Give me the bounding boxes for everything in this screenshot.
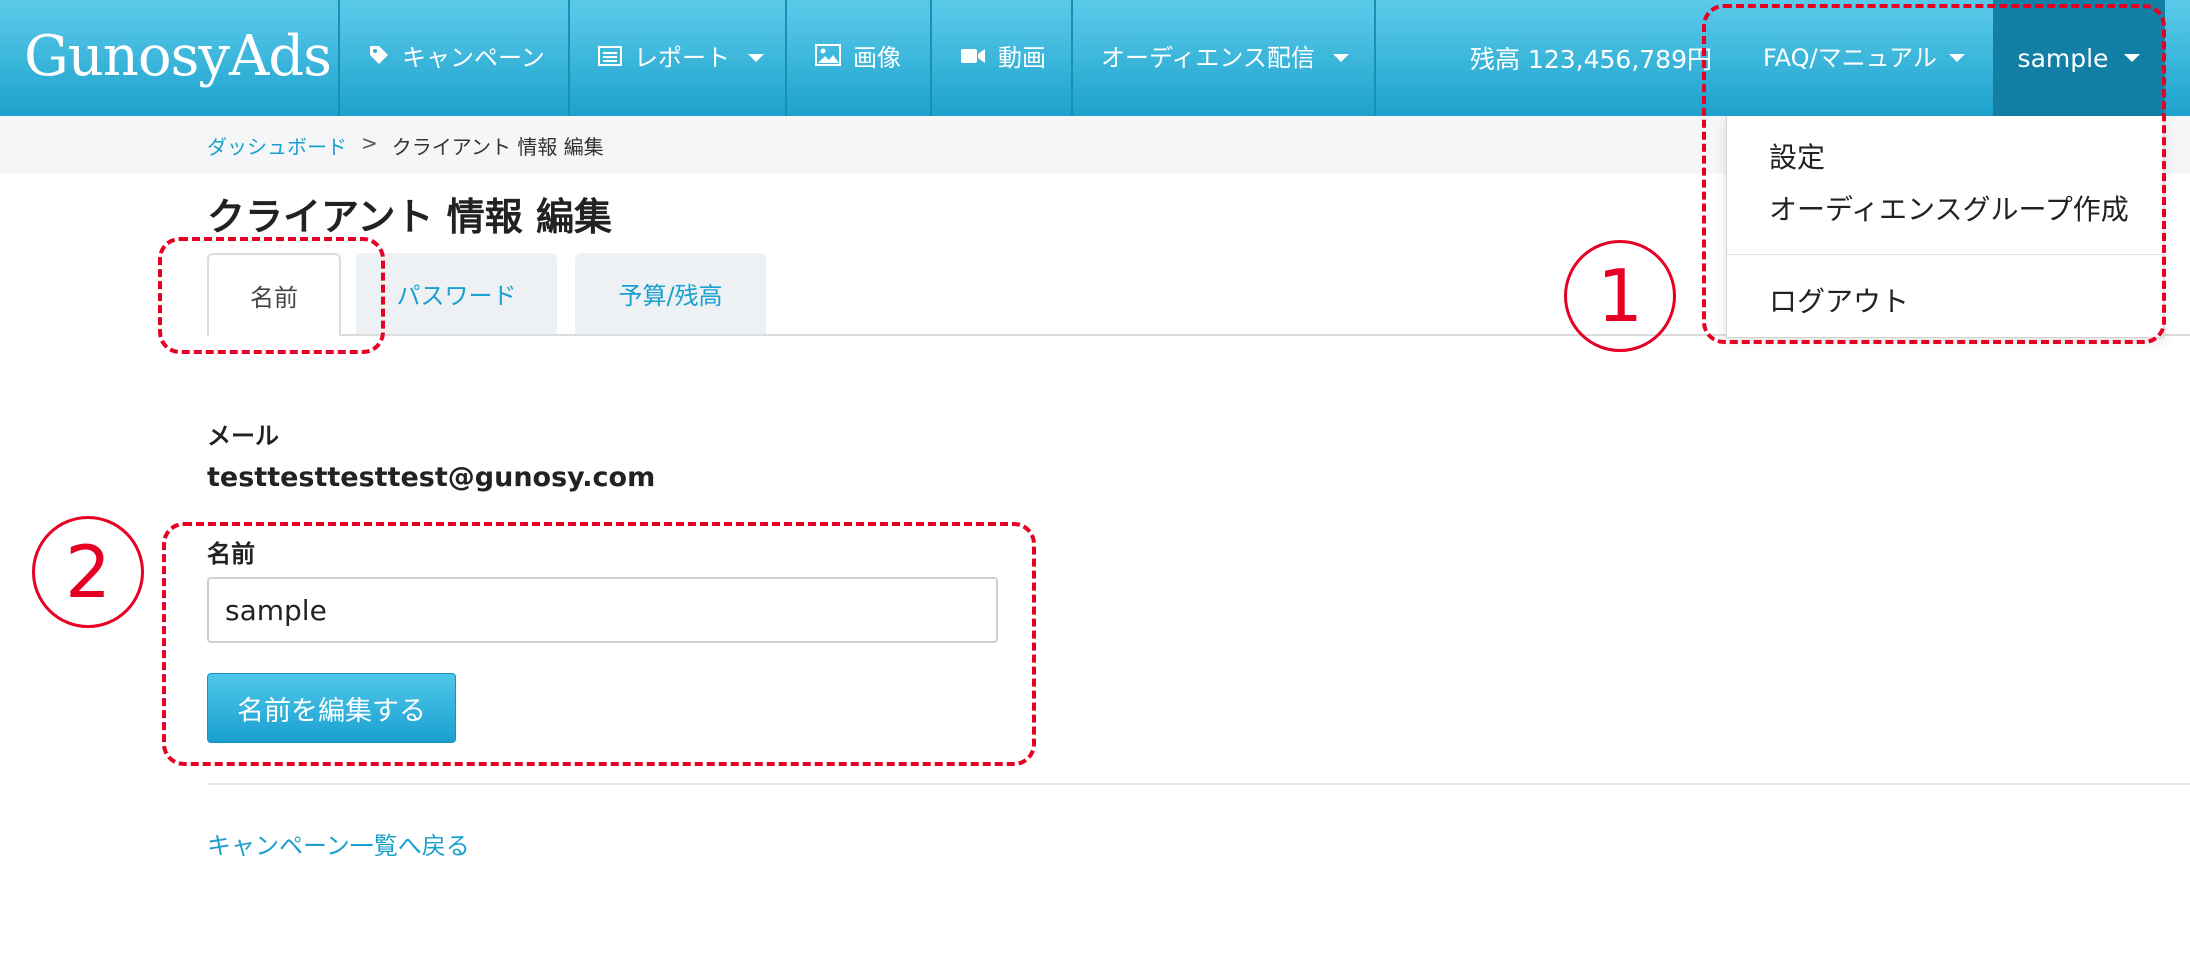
annotation-box-name-tab bbox=[158, 237, 385, 354]
annotation-marker-1: 1 bbox=[1564, 240, 1676, 352]
chevron-down-icon bbox=[748, 54, 764, 62]
back-to-campaigns-link[interactable]: キャンペーン一覧へ戻る bbox=[207, 826, 470, 861]
tab-budget-balance[interactable]: 予算/残高 bbox=[575, 253, 766, 334]
video-camera-icon bbox=[960, 2, 986, 114]
nav-divider bbox=[785, 0, 787, 116]
nav-divider bbox=[338, 0, 340, 116]
nav-campaign[interactable]: キャンペーン bbox=[368, 0, 545, 116]
tab-password[interactable]: パスワード bbox=[356, 253, 557, 334]
annotation-box-name-form bbox=[162, 522, 1036, 766]
balance-display: 残高 123,456,789円 bbox=[1470, 45, 1712, 74]
nav-divider bbox=[930, 0, 932, 116]
nav-video[interactable]: 動画 bbox=[960, 0, 1046, 116]
nav-report[interactable]: レポート bbox=[598, 0, 764, 116]
brand-logo[interactable]: GunosyAds bbox=[24, 14, 332, 100]
image-icon bbox=[815, 2, 841, 114]
breadcrumb-dashboard-link[interactable]: ダッシュボード bbox=[207, 131, 347, 160]
annotation-box-user-menu bbox=[1702, 4, 2166, 344]
nav-audience[interactable]: オーディエンス配信 bbox=[1101, 0, 1349, 116]
email-value: testtesttesttest@gunosy.com bbox=[207, 462, 656, 493]
tag-icon bbox=[368, 2, 390, 114]
nav-image[interactable]: 画像 bbox=[815, 0, 901, 116]
nav-report-label: レポート bbox=[634, 44, 730, 72]
email-label: メール bbox=[207, 422, 279, 450]
nav-video-label: 動画 bbox=[998, 44, 1046, 72]
nav-image-label: 画像 bbox=[853, 44, 901, 72]
nav-audience-label: オーディエンス配信 bbox=[1101, 44, 1315, 72]
breadcrumb: ダッシュボード > クライアント 情報 編集 bbox=[207, 131, 604, 160]
nav-divider bbox=[1071, 0, 1073, 116]
nav-campaign-label: キャンペーン bbox=[402, 44, 545, 72]
nav-divider bbox=[1374, 0, 1376, 116]
section-divider bbox=[207, 783, 2190, 785]
page-title: クライアント 情報 編集 bbox=[207, 195, 612, 239]
breadcrumb-separator: > bbox=[361, 131, 378, 155]
breadcrumb-current: クライアント 情報 編集 bbox=[391, 135, 604, 159]
nav-divider bbox=[568, 0, 570, 116]
annotation-marker-2: 2 bbox=[32, 516, 144, 628]
list-icon bbox=[598, 2, 622, 114]
chevron-down-icon bbox=[1332, 54, 1349, 62]
